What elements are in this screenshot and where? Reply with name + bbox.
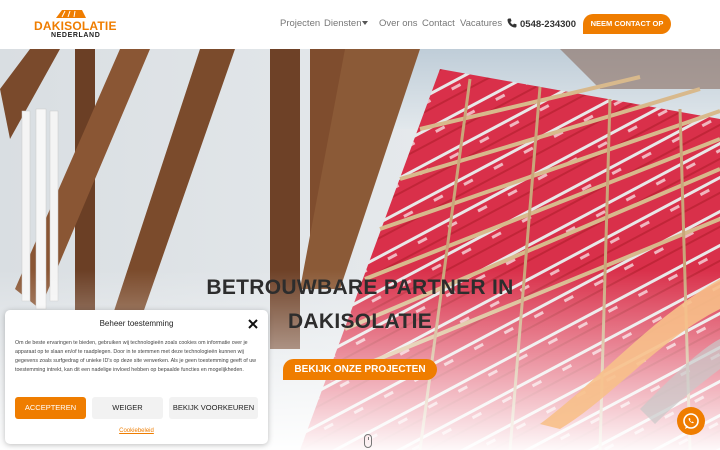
phone-icon <box>507 18 517 28</box>
roof-logo-icon <box>56 10 86 18</box>
logo-subtitle: NEDERLAND <box>51 32 101 39</box>
close-icon[interactable] <box>248 319 258 329</box>
view-projects-button[interactable]: BEKIJK ONZE PROJECTEN <box>283 359 437 380</box>
cookie-dialog-text: Om de beste ervaringen te bieden, gebrui… <box>15 340 256 373</box>
nav-item-projecten[interactable]: Projecten <box>280 18 320 29</box>
whatsapp-icon <box>683 413 699 429</box>
cookie-consent-dialog: Beheer toestemming Om de beste ervaringe… <box>5 310 268 444</box>
view-preferences-button[interactable]: BEKIJK VOORKEUREN <box>169 397 258 419</box>
cookie-policy-link[interactable]: Cookiebeleid <box>5 428 268 434</box>
contact-button[interactable]: NEEM CONTACT OP <box>583 14 671 34</box>
nav-item-diensten[interactable]: Diensten <box>324 18 362 29</box>
nav-item-contact[interactable]: Contact <box>422 18 455 29</box>
nav-item-vacatures[interactable]: Vacatures <box>460 18 502 29</box>
cookie-dialog-title: Beheer toestemming <box>99 319 174 328</box>
hero-title-line-1: BETROUWBARE PARTNER IN <box>206 276 514 299</box>
scroll-down-icon[interactable] <box>364 434 372 448</box>
nav-item-over-ons[interactable]: Over ons <box>379 18 418 29</box>
chevron-down-icon[interactable] <box>362 21 368 25</box>
site-header: DAKISOLATIE NEDERLAND Projecten Diensten… <box>0 0 720 49</box>
logo[interactable]: DAKISOLATIE NEDERLAND <box>34 10 116 40</box>
phone-link[interactable]: 0548-234300 <box>507 18 576 30</box>
whatsapp-button[interactable] <box>677 407 705 435</box>
deny-cookies-button[interactable]: WEIGER <box>92 397 163 419</box>
phone-number: 0548-234300 <box>520 19 576 30</box>
accept-cookies-button[interactable]: ACCEPTEREN <box>15 397 86 419</box>
logo-wordmark: DAKISOLATIE <box>34 19 117 33</box>
